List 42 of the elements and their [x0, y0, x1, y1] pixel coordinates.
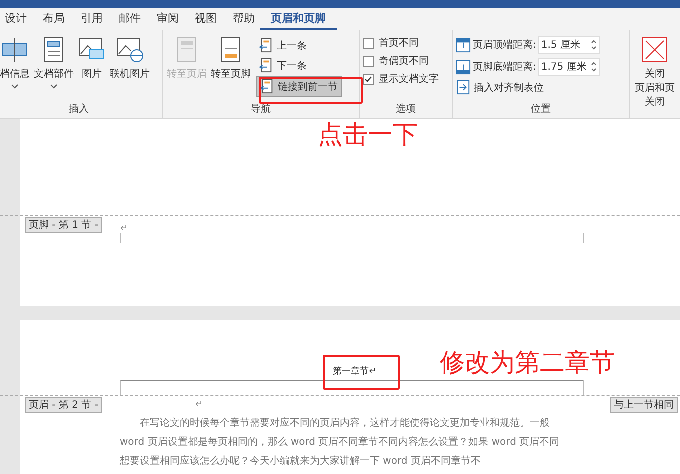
- section-label: 页眉 - 第 2 节 -: [25, 396, 102, 412]
- checkbox-square-icon: [363, 56, 374, 66]
- annotation-text: 修改为第二章节: [440, 347, 615, 379]
- online-picture-icon: [116, 36, 144, 64]
- close-button[interactable]: 关闭 页眉和页: [633, 36, 677, 95]
- checkbox-square-icon: [363, 38, 374, 48]
- field-label: 页眉顶端距离:: [473, 38, 536, 52]
- field-label: 页脚底端距离:: [473, 60, 536, 74]
- group-label: 选项: [395, 102, 417, 117]
- body-paragraph: 在写论文的时候每个章节需要对应不同的页眉内容，这样才能使得论文更加专业和规范。一般 word 页眉设置都是每页相同的，那么 word 页眉不同章节不同内容怎么设置？如果 word 页眉不同想要设置相同应该怎么办呢？今天小编就来为大家讲解一下 word 页眉不同章节不: [120, 416, 560, 469]
- annotation-text: 点击一下: [318, 119, 418, 151]
- close-icon: [641, 36, 669, 64]
- tab-stop-icon: [456, 80, 471, 95]
- ribbon-button[interactable]: 插入对齐制表位: [456, 80, 626, 95]
- checkbox-square-icon: [363, 74, 374, 84]
- group-label: 位置: [530, 102, 552, 117]
- ribbon-button[interactable]: 上一条: [256, 36, 342, 55]
- document-info-icon: [1, 36, 29, 64]
- spin-field[interactable]: 1.75 厘米: [538, 58, 600, 76]
- ribbon-button[interactable]: 图片: [77, 36, 107, 102]
- header-distance-icon: [456, 38, 471, 52]
- footer-distance-icon: [456, 60, 471, 74]
- group-label: 关闭: [644, 96, 666, 110]
- ribbon-button[interactable]: 文档部件: [33, 36, 75, 102]
- ribbon-button[interactable]: 档信息: [0, 36, 31, 102]
- spin-arrows-icon: [591, 39, 598, 51]
- group-label: 插入: [68, 102, 90, 117]
- same-as-previous-label: 与上一节相同: [610, 397, 678, 413]
- checkbox[interactable]: 奇偶页不同: [363, 54, 449, 68]
- group-label: 导航: [250, 103, 272, 117]
- spin-arrows-icon: [591, 61, 598, 73]
- paragraph-mark: ↵: [195, 400, 204, 410]
- paragraph-mark: ↵: [120, 224, 128, 234]
- link-icon: [260, 79, 275, 94]
- ribbon-button[interactable]: 联机图片: [109, 36, 151, 102]
- checkbox[interactable]: 首页不同: [363, 36, 449, 50]
- checkbox[interactable]: 显示文档文字: [363, 72, 449, 86]
- ribbon-button[interactable]: 下一条: [256, 56, 342, 75]
- header-text[interactable]: 第一章节↵: [333, 365, 377, 378]
- spin-field[interactable]: 1.5 厘米: [538, 36, 600, 54]
- ribbon-button[interactable]: 转至页脚: [210, 36, 252, 102]
- section-label: 页脚 - 第 1 节 -: [25, 216, 102, 232]
